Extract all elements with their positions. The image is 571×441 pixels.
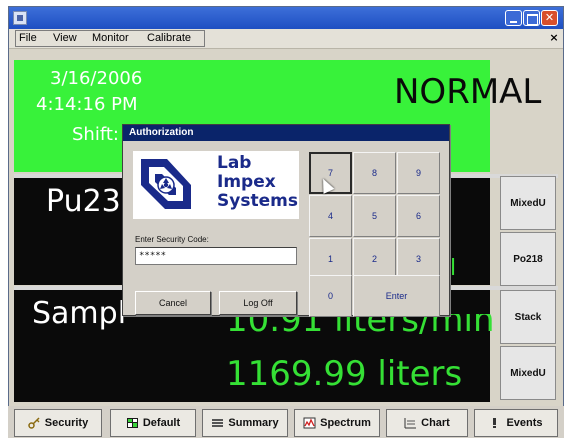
status-time: 4:14:16 PM xyxy=(36,94,138,115)
keypad-key-enter[interactable]: Enter xyxy=(353,275,440,317)
app-icon xyxy=(13,11,27,25)
company-logo: Lab Impex Systems xyxy=(133,151,299,219)
default-label: Default xyxy=(142,417,181,429)
status-date: 3/16/2006 xyxy=(50,68,143,89)
side-button-mixedu-1[interactable]: MixedU xyxy=(500,176,556,230)
authorization-dialog: Authorization Lab Impex Systems Enter Se… xyxy=(122,124,450,317)
keypad-key-1[interactable]: 1 xyxy=(309,238,352,280)
dialog-title: Authorization xyxy=(123,125,449,141)
sample-label: Sampl xyxy=(32,296,127,331)
key-icon xyxy=(28,417,41,429)
keypad-key-9[interactable]: 9 xyxy=(397,152,440,194)
keypad-key-4[interactable]: 4 xyxy=(309,195,352,237)
lab-impex-logo-icon xyxy=(141,159,191,209)
side-button-mixedu-2[interactable]: MixedU xyxy=(500,346,556,400)
events-button[interactable]: Events xyxy=(474,409,558,437)
cancel-button[interactable]: Cancel xyxy=(135,291,211,315)
close-window-button[interactable]: ✕ xyxy=(541,10,558,26)
title-bar: ✕ xyxy=(9,7,563,29)
grid-icon xyxy=(126,417,139,429)
spectrum-label: Spectrum xyxy=(320,417,371,429)
shift-label: Shift: xyxy=(72,124,119,145)
sample-volume: 1169.99 liters xyxy=(226,354,463,394)
menu-close-icon[interactable]: × xyxy=(547,31,561,45)
keypad-key-0[interactable]: 0 xyxy=(309,275,352,317)
menu-bar: File View Monitor Calibrate × xyxy=(9,29,563,49)
chart-button[interactable]: Chart xyxy=(386,409,468,437)
menu-view[interactable]: View xyxy=(53,32,77,44)
keypad-key-2[interactable]: 2 xyxy=(353,238,396,280)
keypad-key-8[interactable]: 8 xyxy=(353,152,396,194)
log-off-button[interactable]: Log Off xyxy=(219,291,297,315)
summary-label: Summary xyxy=(228,417,279,429)
flow-rate-clip: 10.91 liters/min xyxy=(220,314,496,342)
menu-monitor[interactable]: Monitor xyxy=(92,32,129,44)
logo-line-1: Lab xyxy=(217,153,252,173)
menu-file[interactable]: File xyxy=(19,32,37,44)
channel-label: Pu23 xyxy=(46,184,121,219)
chart-icon xyxy=(404,417,417,429)
security-label: Security xyxy=(44,417,89,429)
default-button[interactable]: Default xyxy=(110,409,196,437)
side-button-po218[interactable]: Po218 xyxy=(500,232,556,286)
security-code-field[interactable]: ***** xyxy=(135,247,297,265)
flow-rate-value: 10.91 liters/min xyxy=(226,314,495,340)
keypad-key-5[interactable]: 5 xyxy=(353,195,396,237)
channel-value-fragment: l xyxy=(450,256,457,281)
menu-calibrate[interactable]: Calibrate xyxy=(147,32,191,44)
spectrum-icon xyxy=(303,417,316,429)
security-button[interactable]: Security xyxy=(14,409,102,437)
side-button-stack[interactable]: Stack xyxy=(500,290,556,344)
security-code-label: Enter Security Code: xyxy=(135,235,209,244)
chart-label: Chart xyxy=(421,417,450,429)
events-label: Events xyxy=(506,417,543,429)
minimize-button[interactable] xyxy=(505,10,522,26)
logo-line-2: Impex xyxy=(217,172,276,192)
status-state: NORMAL xyxy=(394,72,542,112)
maximize-button[interactable] xyxy=(523,10,540,26)
spectrum-button[interactable]: Spectrum xyxy=(294,409,380,437)
list-icon xyxy=(211,417,224,429)
events-icon xyxy=(489,417,502,429)
logo-line-3: Systems xyxy=(217,191,298,211)
summary-button[interactable]: Summary xyxy=(202,409,288,437)
keypad-key-6[interactable]: 6 xyxy=(397,195,440,237)
keypad-key-3[interactable]: 3 xyxy=(397,238,440,280)
